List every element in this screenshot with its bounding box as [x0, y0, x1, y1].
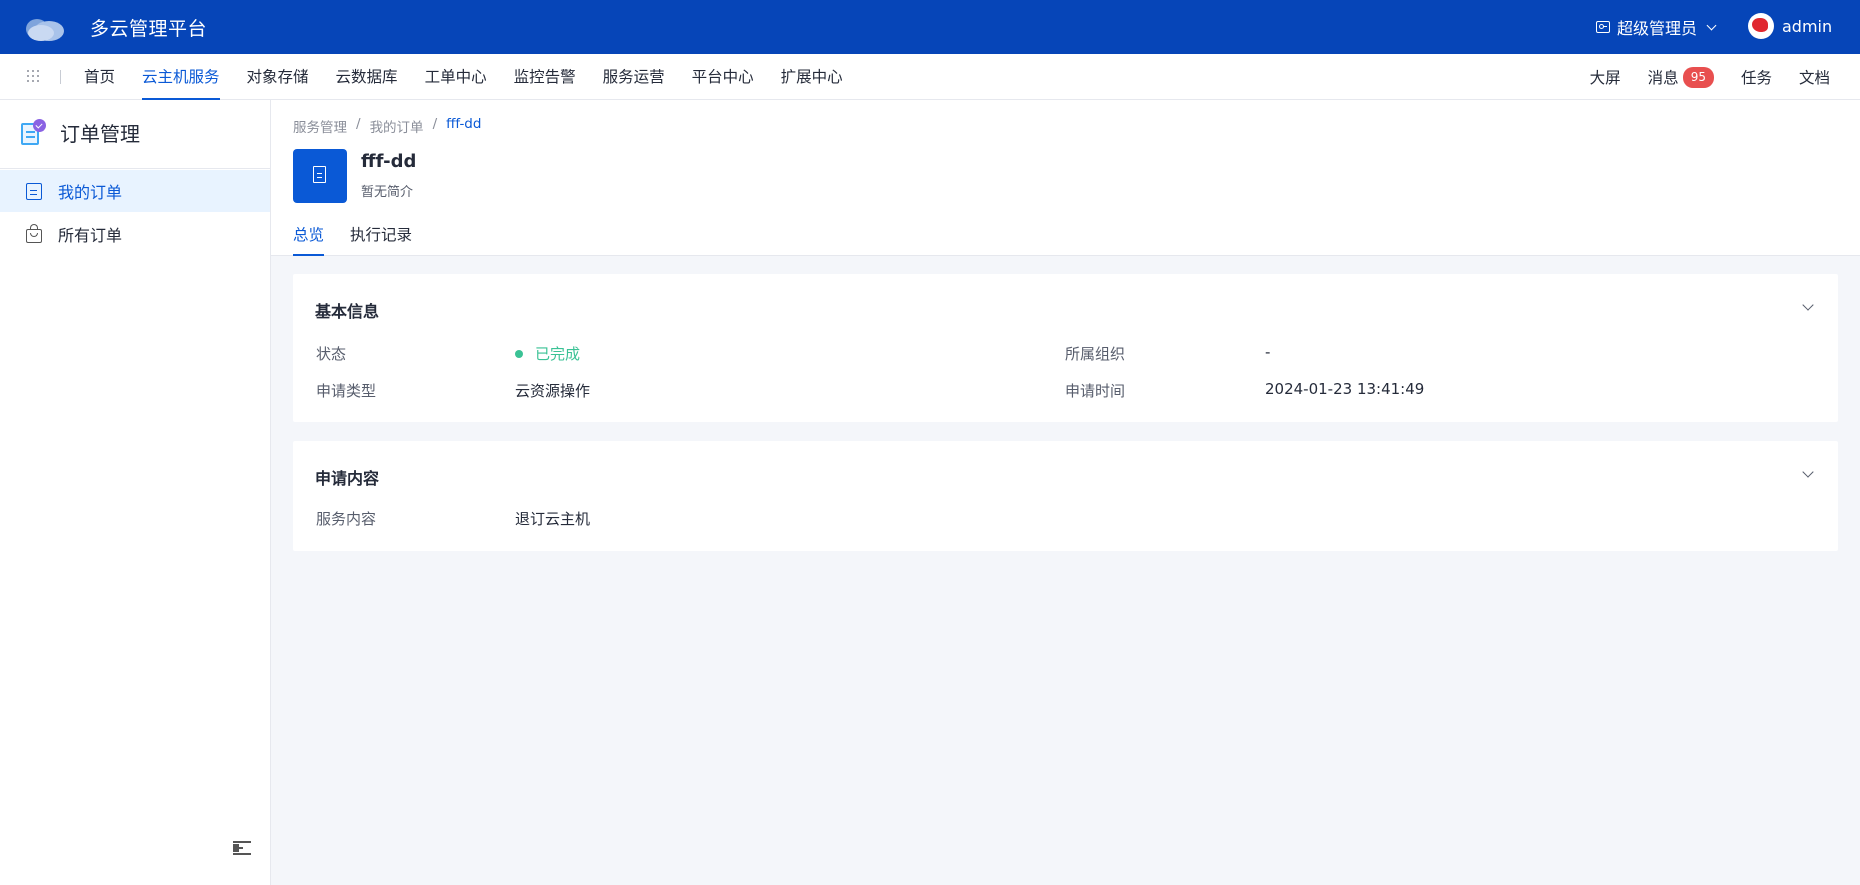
nav-item-extension-center[interactable]: 扩展中心: [781, 54, 843, 100]
sidebar-item-label: 所有订单: [58, 226, 123, 245]
sidebar-menu: 我的订单 所有订单: [0, 170, 270, 256]
chevron-down-icon: [1706, 20, 1717, 30]
avatar: [1748, 13, 1774, 39]
request-time-value: 2024-01-23 13:41:49: [1265, 380, 1425, 398]
page-description: 暂无简介: [361, 185, 414, 200]
org-label: 所属组织: [1065, 345, 1126, 363]
tab-overview[interactable]: 总览: [293, 222, 325, 256]
app-title: 多云管理平台: [90, 18, 208, 40]
nav-item-home[interactable]: 首页: [84, 54, 115, 100]
request-time-label: 申请时间: [1065, 382, 1126, 400]
docs-link[interactable]: 文档: [1799, 66, 1830, 88]
nav-item-platform-center[interactable]: 平台中心: [692, 54, 754, 100]
status-value: 已完成: [515, 343, 580, 364]
breadcrumb-service-management[interactable]: 服务管理: [293, 116, 347, 136]
request-content-card: 申请内容 服务内容 退订云主机: [293, 441, 1838, 551]
tab-execution-records[interactable]: 执行记录: [350, 222, 412, 256]
status-dot-icon: [515, 349, 523, 358]
org-value: -: [1265, 343, 1271, 361]
collapse-sidebar-icon[interactable]: [233, 841, 251, 855]
breadcrumb-my-orders[interactable]: 我的订单: [370, 116, 424, 136]
page-header: 服务管理 / 我的订单 / fff-dd fff-dd 暂无简介 总览 执行记录: [271, 100, 1860, 256]
document-icon: [26, 182, 42, 200]
big-screen-link[interactable]: 大屏: [1590, 66, 1621, 88]
order-management-icon: [20, 118, 46, 147]
nav-item-monitoring[interactable]: 监控告警: [514, 54, 576, 100]
breadcrumb-current: fff-dd: [446, 116, 482, 132]
request-type-value: 云资源操作: [515, 382, 591, 400]
messages-link[interactable]: 消息 95: [1648, 66, 1714, 88]
bag-icon: [26, 223, 42, 243]
nav-item-service-ops[interactable]: 服务运营: [603, 54, 665, 100]
status-text: 已完成: [535, 345, 581, 363]
messages-label: 消息: [1647, 69, 1679, 87]
nav-item-ticket-center[interactable]: 工单中心: [425, 54, 487, 100]
nav-menu: 首页 云主机服务 对象存储 云数据库 工单中心 监控告警 服务运营 平台中心 扩…: [84, 54, 870, 100]
main-nav: 首页 云主机服务 对象存储 云数据库 工单中心 监控告警 服务运营 平台中心 扩…: [0, 54, 1860, 100]
sidebar: 订单管理 我的订单 所有订单: [0, 100, 271, 885]
breadcrumb: 服务管理 / 我的订单 / fff-dd: [293, 116, 481, 136]
id-card-icon: [1596, 21, 1610, 33]
username: admin: [1782, 16, 1833, 36]
sidebar-title: 订单管理: [60, 122, 140, 146]
nav-item-object-storage[interactable]: 对象存储: [247, 54, 309, 100]
cloud-logo-icon[interactable]: [24, 12, 66, 42]
tab-bar: 总览 执行记录: [293, 222, 438, 256]
breadcrumb-separator: /: [432, 116, 438, 132]
role-label: 超级管理员: [1617, 19, 1698, 38]
sidebar-item-label: 我的订单: [58, 183, 123, 202]
page-title: fff-dd: [361, 151, 417, 172]
top-header: 多云管理平台 超级管理员 admin: [0, 0, 1860, 54]
chevron-down-icon[interactable]: [1802, 299, 1814, 311]
nav-item-cloud-host[interactable]: 云主机服务: [142, 54, 220, 100]
sidebar-header: 订单管理: [20, 118, 140, 147]
sidebar-item-all-orders[interactable]: 所有订单: [0, 213, 270, 255]
card-title: 基本信息: [315, 302, 380, 321]
user-menu[interactable]: admin: [1748, 13, 1832, 39]
sidebar-divider: [0, 168, 270, 169]
status-label: 状态: [316, 345, 347, 363]
request-type-label: 申请类型: [316, 382, 377, 400]
role-switcher[interactable]: 超级管理员: [1596, 15, 1717, 39]
tasks-link[interactable]: 任务: [1741, 66, 1772, 88]
service-content-value: 退订云主机: [515, 510, 591, 528]
basic-info-card: 基本信息 状态 已完成 所属组织 - 申请类型 云资源操作 申请时间 2024-…: [293, 274, 1838, 422]
nav-divider: [60, 70, 61, 84]
nav-right-links: 大屏 消息 95 任务 文档: [1563, 54, 1830, 100]
service-content-label: 服务内容: [316, 510, 377, 528]
chevron-down-icon[interactable]: [1802, 466, 1814, 478]
message-count-badge: 95: [1682, 66, 1714, 88]
nav-item-cloud-database[interactable]: 云数据库: [336, 54, 398, 100]
breadcrumb-separator: /: [356, 116, 361, 132]
order-document-icon: [293, 149, 347, 203]
card-title: 申请内容: [315, 469, 380, 488]
sidebar-item-my-orders[interactable]: 我的订单: [0, 170, 270, 212]
app-grid-icon[interactable]: [27, 70, 41, 84]
